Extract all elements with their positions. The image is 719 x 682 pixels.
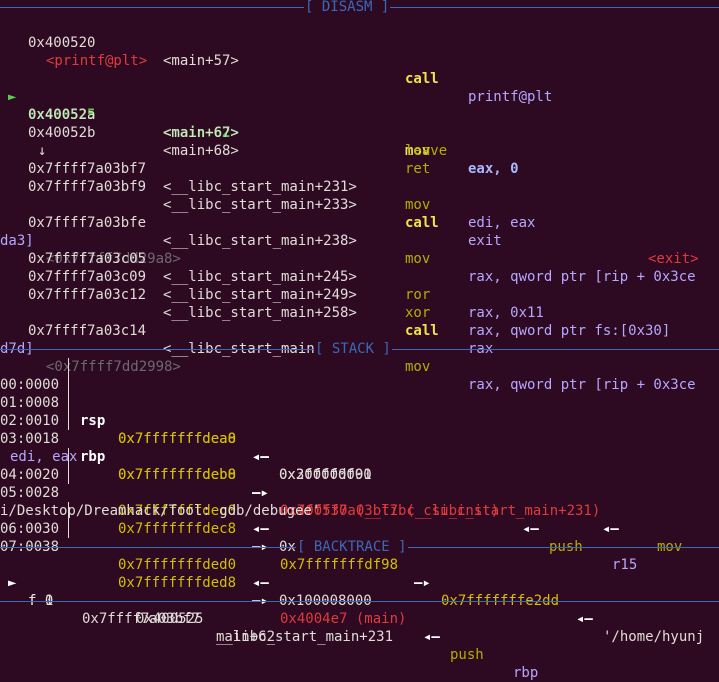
stack-address: 0x7fffffffdea8: [118, 431, 237, 447]
disasm-operand: printf@plt: [468, 89, 553, 105]
stack-divider: [68, 502, 69, 520]
disasm-row[interactable]: 0x7ffff7a03c12 <__libc_start_main+258> c…: [0, 268, 493, 357]
left-arrow-icon: ◂—: [576, 611, 593, 627]
disasm-operand: edi, eax: [468, 215, 536, 231]
disasm-symbol: <__libc_start_main+238>: [163, 233, 357, 249]
down-arrow-icon: ↓: [38, 143, 47, 159]
disasm-address: 0x7ffff7a03c12: [28, 287, 147, 303]
stack-row[interactable]: 01:0008 0x7fffffffdea8 ◂— 0x200000001: [0, 376, 719, 483]
disasm-address: 0x7ffff7a03bfe: [28, 215, 147, 231]
disasm-operand: rax, 0x11: [468, 305, 544, 321]
stack-header: [ STACK ]: [0, 340, 719, 358]
disasm-mnemonic: xor: [405, 305, 431, 321]
disasm-wrap: da3] <0x7ffff7dd29a8>: [0, 214, 181, 267]
stack-address: 0x7fffffffded8: [118, 575, 237, 591]
disasm-mnemonic: ror: [405, 287, 431, 303]
disasm-mnemonic: call: [405, 323, 439, 339]
disasm-operand: eax, 0: [468, 161, 519, 177]
disasm-symbol: <main+57>: [163, 53, 239, 69]
disasm-address: 0x7ffff7a03bf9: [28, 179, 147, 195]
backtrace-frame-0[interactable]: ► f 0 0x400525 main+62: [0, 556, 275, 645]
right-arrow-icon: —▸: [252, 485, 269, 501]
stack-row[interactable]: 04:0020 0x7fffffffdec0 ◂— 0x1: [0, 448, 719, 555]
stack-divider: [68, 394, 69, 412]
disasm-row[interactable]: 0x7ffff7a03bfe <__libc_start_main+238> m…: [0, 196, 696, 285]
stack-row[interactable]: 06:0030 0x7fffffffded0 ◂— 0x100008000: [0, 502, 719, 609]
disasm-operand: rax, qword ptr fs:[0x30]: [468, 323, 671, 339]
disasm-row[interactable]: 0x40052b <main+68> ret: [0, 106, 430, 177]
stack-title: [ STACK ]: [314, 340, 392, 358]
stack-pointer-target: 0x4004e7 (main): [280, 611, 407, 627]
disasm-row-current[interactable]: ► 0x400525 <main+62> mov eax, 0: [0, 70, 519, 177]
disasm-operand: rax, qword ptr [rip + 0x3ce: [468, 269, 696, 285]
stack-divider: [68, 376, 69, 394]
disasm-mnemonic: mov: [405, 197, 431, 213]
right-arrow-icon: —▸: [414, 575, 431, 591]
disasm-symbol: <main+68>: [163, 143, 239, 159]
disasm-mnemonic: ret: [405, 161, 431, 177]
disasm-header: [ DISASM ]: [0, 0, 719, 16]
disasm-title: [ DISASM ]: [304, 0, 391, 16]
stack-instruction: push: [450, 647, 484, 663]
stack-wrap: edi, eax: [0, 430, 77, 465]
bottom-rule: [0, 601, 719, 602]
disasm-row[interactable]: 0x400520 <main+57> call printf@plt: [0, 16, 552, 105]
disasm-symbol: <__libc_start_main+249>: [163, 287, 357, 303]
backtrace-title: [ BACKTRACE ]: [296, 538, 408, 556]
disasm-wrap-text: <printf@plt>: [46, 53, 148, 69]
stack-divider: [68, 358, 69, 376]
disasm-wrap: <printf@plt>: [0, 34, 147, 69]
stack-row[interactable]: 02:0010 rbp 0x7fffffffdeb0 —▸ 0x400530 (…: [0, 394, 719, 573]
disasm-mnemonic: mov: [405, 251, 431, 267]
stack-row[interactable]: 07:0038 0x7fffffffded8 —▸ 0x4004e7 (main…: [0, 520, 719, 681]
disasm-address: 0x7ffff7a03c09: [28, 269, 147, 285]
stack-row[interactable]: 00:0000 rsp 0x7fffffffdea0 ◂— 0x3ffffdf9…: [0, 358, 719, 483]
stack-divider: [68, 466, 69, 484]
disasm-row[interactable]: 0x7ffff7a03c05 <__libc_start_main+245> r…: [0, 232, 544, 321]
disasm-address: 0x7ffff7a03bf7: [28, 161, 147, 177]
stack-address: 0x7fffffffded0: [118, 557, 237, 573]
stack-row[interactable]: 03:0018 0x7fffffffdeb8 —▸ 0x7ffff7a03bf7…: [0, 412, 719, 555]
left-arrow-icon: ◂—: [423, 629, 440, 645]
disasm-row[interactable]: 0x7ffff7a03c09 <__libc_start_main+249> x…: [0, 250, 670, 339]
stack-divider: [68, 412, 69, 430]
disasm-symbol: <main+67>: [163, 125, 239, 141]
stack-row[interactable]: 05:0028 0x7fffffffdec8 —▸ 0x7fffffffdf98…: [0, 466, 719, 645]
disasm-address: 0x7ffff7a03c05: [28, 251, 147, 267]
disasm-address: 0x40052a: [28, 107, 96, 123]
backtrace-header: [ BACKTRACE ]: [0, 538, 719, 556]
stack-pointer: 0x7fffffffdf98: [280, 557, 399, 573]
disasm-mnemonic: leave: [405, 143, 448, 159]
disasm-operand: exit: [468, 233, 502, 249]
stack-instruction-operand: rbp: [513, 665, 539, 681]
disasm-mnemonic: call: [405, 71, 439, 87]
stack-string: '/home/hyunj: [603, 629, 705, 645]
stack-wrap: i/Desktop/Dreamhack/Tool: gdb/debugee': [0, 484, 320, 519]
disasm-row[interactable]: 0x7ffff7a03c14 <__libc_start_main+260> m…: [0, 304, 696, 393]
left-arrow-icon: ◂—: [252, 575, 269, 591]
stack-divider: [68, 448, 69, 466]
disasm-row[interactable]: 0x40052a <main+67> leave: [0, 88, 447, 159]
disasm-symbol: <__libc_start_main+245>: [163, 269, 357, 285]
disasm-symbol: <__libc_start_main+233>: [163, 197, 357, 213]
disasm-target: <exit>: [648, 251, 699, 267]
frame-symbol: __libc_start_main+231: [216, 629, 394, 645]
disasm-address: 0x40052b: [28, 125, 96, 141]
backtrace-frame-1[interactable]: f 1 0x7ffff7a03bf7 __libc_start_main+231: [0, 574, 393, 645]
disasm-address: 0x400520: [28, 35, 96, 51]
disasm-row[interactable]: 0x7ffff7a03bf9 <__libc_start_main+233> c…: [0, 160, 699, 267]
disasm-symbol: <__libc_start_main+258>: [163, 305, 357, 321]
stack-instruction-operand: r15: [612, 557, 638, 573]
disasm-wrap: d7d] <0x7ffff7dd2998>: [0, 322, 181, 375]
disasm-row[interactable]: 0x7ffff7a03bf7 <__libc_start_main+231> m…: [0, 142, 535, 231]
stack-divider: [68, 520, 69, 538]
disasm-mnemonic: call: [405, 215, 439, 231]
disasm-symbol: <__libc_start_main+231>: [163, 179, 357, 195]
frame-address: 0x7ffff7a03bf7: [82, 611, 201, 627]
flow-arrow: ↓: [0, 124, 46, 159]
disasm-address: 0x7ffff7a03c14: [28, 323, 147, 339]
